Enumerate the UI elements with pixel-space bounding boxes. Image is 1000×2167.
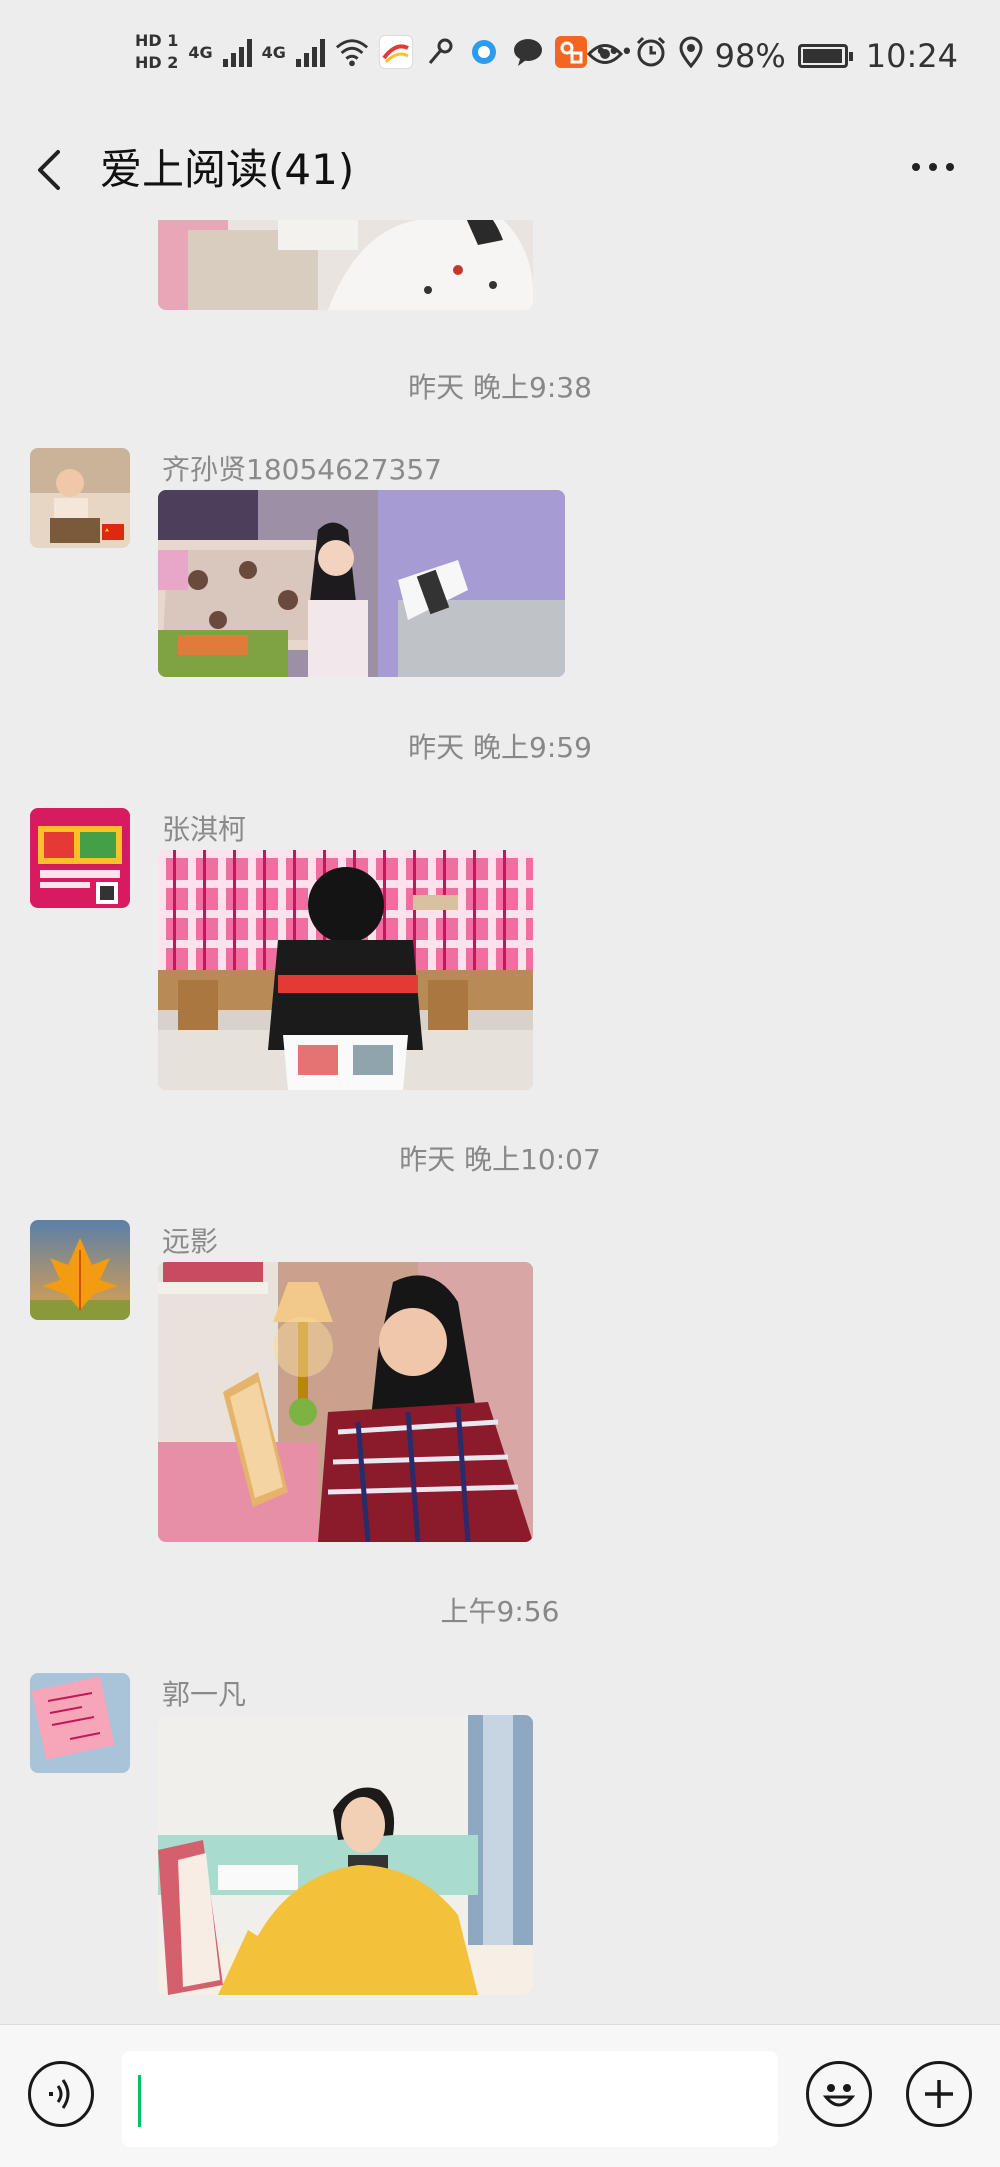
voice-icon[interactable] <box>28 2061 94 2127</box>
app-icon <box>554 36 587 68</box>
plus-icon[interactable] <box>906 2061 972 2127</box>
avatar[interactable] <box>30 808 130 908</box>
sender-name: 远影 <box>162 1225 219 1258</box>
signal-icon <box>222 37 252 67</box>
message-list[interactable]: 昨天 晚上9:38 齐孙贤18054627357 昨天 晚上9:59 张淇柯 昨… <box>0 220 1000 2025</box>
browser-icon <box>467 35 501 69</box>
eye-icon <box>586 37 623 75</box>
more-dots-icon[interactable] <box>912 152 962 182</box>
sim1-label: HD 1 <box>135 31 179 50</box>
message-photo[interactable] <box>158 1715 533 1995</box>
network2-label: 4G <box>261 42 286 62</box>
chevron-left-icon[interactable] <box>30 140 70 200</box>
sender-name: 齐孙贤18054627357 <box>162 453 442 486</box>
location-icon <box>679 36 703 76</box>
text-caret <box>138 2075 141 2127</box>
message-photo[interactable] <box>158 850 533 1090</box>
wifi-icon <box>335 35 369 69</box>
message-input[interactable] <box>122 2051 778 2147</box>
sim-indicators: HD 1 HD 2 <box>135 30 178 74</box>
emoji-icon[interactable] <box>806 2061 872 2127</box>
key-icon <box>423 35 457 69</box>
avatar[interactable] <box>30 1220 130 1320</box>
chat-header: 爱上阅读(41) <box>0 120 1000 220</box>
chat-title: 爱上阅读(41) <box>100 145 355 194</box>
battery-icon <box>797 44 853 68</box>
battery-text: 98% <box>714 37 786 75</box>
status-bar: HD 1 HD 2 4G 4G ••• 98% 10:24 <box>0 0 1000 120</box>
signal-icon <box>295 37 325 67</box>
input-bar <box>0 2024 1000 2167</box>
message-photo[interactable] <box>158 1262 533 1542</box>
message-photo[interactable] <box>158 490 565 677</box>
clock: 10:24 <box>865 37 958 75</box>
message-timestamp: 上午9:56 <box>440 1595 560 1628</box>
sim2-label: HD 2 <box>135 53 179 72</box>
message-photo[interactable] <box>158 220 533 310</box>
avatar[interactable] <box>30 448 130 548</box>
status-right: 98% 10:24 <box>586 36 958 76</box>
status-left: HD 1 HD 2 4G 4G ••• <box>135 30 633 74</box>
message-timestamp: 昨天 晚上9:38 <box>408 371 592 404</box>
sender-name: 郭一凡 <box>162 1678 247 1711</box>
app-icon <box>378 35 413 69</box>
avatar[interactable] <box>30 1673 130 1773</box>
alarm-icon <box>635 36 667 76</box>
message-timestamp: 昨天 晚上10:07 <box>399 1143 601 1176</box>
network1-label: 4G <box>188 42 213 62</box>
chat-icon <box>511 35 545 69</box>
sender-name: 张淇柯 <box>162 813 247 846</box>
message-timestamp: 昨天 晚上9:59 <box>408 731 592 764</box>
